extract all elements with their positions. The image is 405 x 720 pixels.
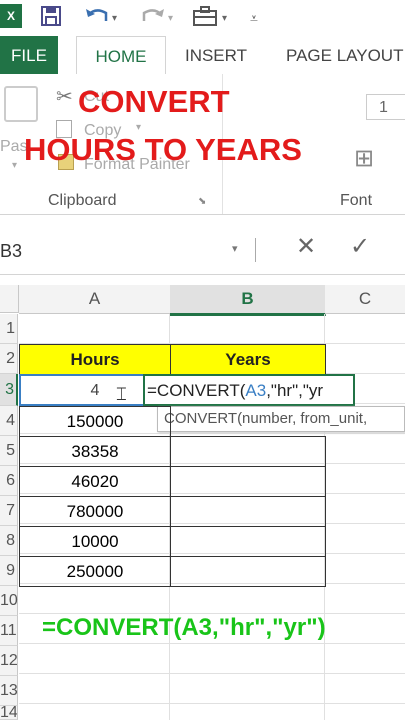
row-header[interactable]: 9 — [0, 556, 18, 586]
undo-dropdown-icon[interactable]: ▾ — [112, 7, 117, 31]
redo-dropdown-icon[interactable]: ▾ — [168, 7, 173, 31]
font-size-box[interactable]: 1 — [366, 94, 405, 120]
ribbon-tabs: FILE HOME INSERT PAGE LAYOUT — [0, 36, 405, 76]
title-line-1: CONVERT — [78, 84, 230, 119]
cancel-icon[interactable]: ✕ — [296, 232, 316, 261]
header-years-cell[interactable]: Years — [170, 344, 326, 375]
table-cell[interactable]: 46020 — [19, 466, 171, 497]
row-header[interactable]: 2 — [0, 344, 18, 374]
table-cell[interactable] — [170, 436, 326, 467]
column-header-b[interactable]: B — [170, 285, 326, 316]
formula-ref: A3 — [245, 381, 267, 400]
row-header[interactable]: 5 — [0, 436, 18, 466]
briefcase-dropdown-icon[interactable]: ▾ — [222, 7, 227, 31]
row-header[interactable]: 10 — [0, 586, 18, 616]
formula-suffix: ,"hr","yr — [266, 381, 324, 400]
row-header[interactable]: 11 — [0, 616, 18, 646]
table-cell[interactable] — [170, 496, 326, 527]
excel-logo-icon: X — [0, 4, 22, 28]
font-group-label: Font — [340, 192, 373, 209]
briefcase-icon[interactable] — [192, 5, 218, 33]
row-header[interactable]: 8 — [0, 526, 18, 556]
column-header-c[interactable]: C — [325, 285, 405, 314]
tab-file[interactable]: FILE — [0, 36, 58, 74]
table-cell[interactable] — [170, 526, 326, 557]
name-box[interactable]: B3 — [0, 236, 225, 266]
save-icon[interactable] — [40, 5, 62, 33]
formula-caption: =CONVERT(A3,"hr","yr") — [42, 614, 326, 641]
scissors-icon[interactable]: ✂ — [56, 84, 73, 109]
quick-access-toolbar: X ▾ ▾ ▾ ⩡ — [0, 0, 405, 36]
table-cell[interactable] — [170, 556, 326, 587]
table-cell[interactable]: 150000 — [19, 406, 171, 437]
row-header[interactable]: 1 — [0, 314, 18, 344]
table-cell[interactable]: 38358 — [19, 436, 171, 467]
row-header[interactable]: 13 — [0, 676, 18, 706]
name-box-dropdown-icon[interactable]: ▾ — [232, 242, 238, 255]
borders-icon[interactable]: ⊞ — [354, 144, 374, 173]
row-header[interactable]: 14 — [0, 706, 18, 720]
row-header[interactable]: 12 — [0, 646, 18, 676]
row-header[interactable]: 7 — [0, 496, 18, 526]
formula-prefix: =CONVERT( — [147, 381, 246, 400]
customize-icon[interactable]: ⩡ — [250, 6, 258, 30]
select-all-corner[interactable] — [0, 285, 19, 313]
table-cell[interactable]: 250000 — [19, 556, 171, 587]
formula-bar-divider — [255, 238, 256, 262]
table-cell[interactable] — [170, 466, 326, 497]
clipboard-launcher-icon[interactable]: ⬊ — [198, 196, 206, 207]
cell-b3-editing[interactable]: =CONVERT(A3,"hr","yr — [143, 374, 355, 406]
row-header[interactable]: 3 — [0, 374, 18, 406]
formula-bar: B3 ▾ ✕ ✓ — [0, 228, 405, 275]
paste-dropdown-icon[interactable]: ▾ — [12, 160, 17, 171]
clipboard-group-label: Clipboard — [48, 192, 117, 209]
table-cell[interactable]: 780000 — [19, 496, 171, 527]
row-header[interactable]: 4 — [0, 406, 18, 436]
paste-icon[interactable] — [4, 86, 38, 122]
ribbon: Pas ▾ ✂ Cut Copy ▾ Format Painter 1 ⊞ Cl… — [0, 74, 405, 215]
redo-icon[interactable] — [140, 5, 166, 33]
table-cell[interactable]: 10000 — [19, 526, 171, 557]
enter-icon[interactable]: ✓ — [350, 232, 370, 261]
title-line-2: HOURS TO YEARS — [24, 132, 302, 167]
column-header-a[interactable]: A — [19, 285, 171, 314]
text-cursor-icon: ⌶ — [116, 384, 127, 404]
function-tooltip: CONVERT(number, from_unit, — [157, 406, 405, 432]
header-hours-cell[interactable]: Hours — [19, 344, 171, 375]
tab-page-layout[interactable]: PAGE LAYOUT — [276, 36, 405, 74]
undo-icon[interactable] — [84, 5, 110, 33]
row-header[interactable]: 6 — [0, 466, 18, 496]
tab-home[interactable]: HOME — [76, 36, 166, 76]
tab-insert[interactable]: INSERT — [176, 36, 256, 74]
